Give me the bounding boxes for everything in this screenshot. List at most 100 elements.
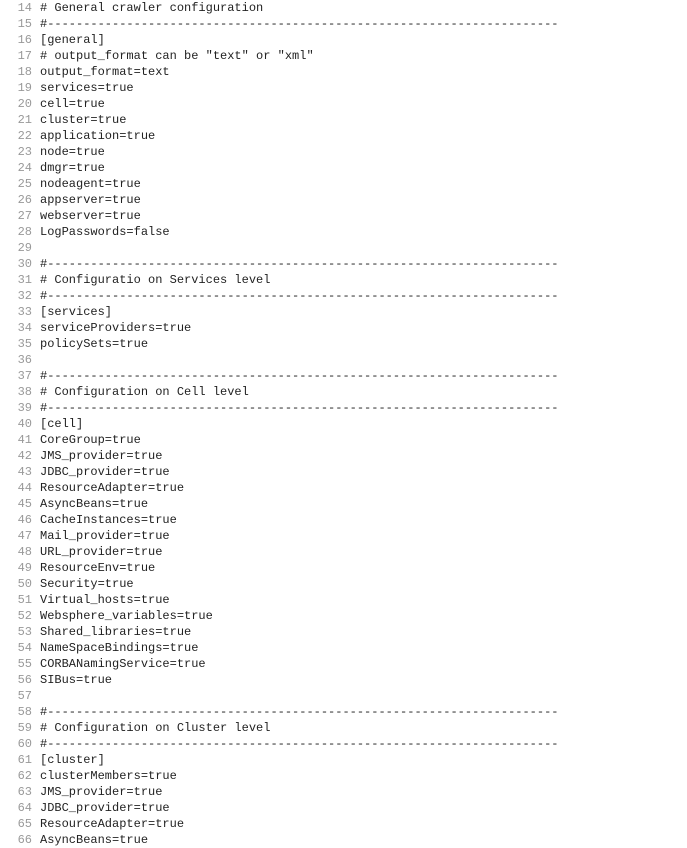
code-line: 43JDBC_provider=true	[0, 464, 687, 480]
line-content: [cell]	[40, 416, 687, 432]
line-number: 32	[0, 288, 40, 304]
code-line: 21cluster=true	[0, 112, 687, 128]
line-number: 60	[0, 736, 40, 752]
line-content: CacheInstances=true	[40, 512, 687, 528]
code-line: 52Websphere_variables=true	[0, 608, 687, 624]
code-line: 35policySets=true	[0, 336, 687, 352]
line-content: #---------------------------------------…	[40, 736, 687, 752]
code-line: 59# Configuration on Cluster level	[0, 720, 687, 736]
line-content: AsyncBeans=true	[40, 496, 687, 512]
line-number: 39	[0, 400, 40, 416]
code-line: 60#-------------------------------------…	[0, 736, 687, 752]
line-content: #---------------------------------------…	[40, 288, 687, 304]
line-number: 52	[0, 608, 40, 624]
code-line: 47Mail_provider=true	[0, 528, 687, 544]
line-content: dmgr=true	[40, 160, 687, 176]
line-number: 26	[0, 192, 40, 208]
line-content: webserver=true	[40, 208, 687, 224]
line-content: #---------------------------------------…	[40, 704, 687, 720]
line-content: JDBC_provider=true	[40, 800, 687, 816]
code-line: 55CORBANamingService=true	[0, 656, 687, 672]
line-content: NameSpaceBindings=true	[40, 640, 687, 656]
code-line: 34serviceProviders=true	[0, 320, 687, 336]
code-line: 44ResourceAdapter=true	[0, 480, 687, 496]
code-line: 50Security=true	[0, 576, 687, 592]
line-number: 58	[0, 704, 40, 720]
code-line: 54NameSpaceBindings=true	[0, 640, 687, 656]
line-content: ResourceEnv=true	[40, 560, 687, 576]
line-number: 41	[0, 432, 40, 448]
line-content: JDBC_provider=true	[40, 464, 687, 480]
line-number: 40	[0, 416, 40, 432]
code-line: 30#-------------------------------------…	[0, 256, 687, 272]
code-line: 19services=true	[0, 80, 687, 96]
line-content: SIBus=true	[40, 672, 687, 688]
code-line: 64JDBC_provider=true	[0, 800, 687, 816]
code-line: 24dmgr=true	[0, 160, 687, 176]
line-content: clusterMembers=true	[40, 768, 687, 784]
line-number: 23	[0, 144, 40, 160]
code-line: 25nodeagent=true	[0, 176, 687, 192]
line-number: 29	[0, 240, 40, 256]
line-content: #---------------------------------------…	[40, 368, 687, 384]
code-line: 49ResourceEnv=true	[0, 560, 687, 576]
line-content: AsyncBeans=true	[40, 832, 687, 848]
line-number: 34	[0, 320, 40, 336]
line-number: 19	[0, 80, 40, 96]
code-line: 22application=true	[0, 128, 687, 144]
line-number: 47	[0, 528, 40, 544]
line-number: 57	[0, 688, 40, 704]
line-number: 35	[0, 336, 40, 352]
line-content: Websphere_variables=true	[40, 608, 687, 624]
line-content: ResourceAdapter=true	[40, 816, 687, 832]
line-content: Mail_provider=true	[40, 528, 687, 544]
line-content: URL_provider=true	[40, 544, 687, 560]
line-number: 37	[0, 368, 40, 384]
line-content: [general]	[40, 32, 687, 48]
code-line: 63JMS_provider=true	[0, 784, 687, 800]
line-number: 17	[0, 48, 40, 64]
line-content: [cluster]	[40, 752, 687, 768]
line-content: appserver=true	[40, 192, 687, 208]
code-line: 46CacheInstances=true	[0, 512, 687, 528]
line-number: 59	[0, 720, 40, 736]
line-content: cell=true	[40, 96, 687, 112]
line-number: 45	[0, 496, 40, 512]
line-content	[40, 688, 687, 704]
code-line: 17# output_format can be "text" or "xml"	[0, 48, 687, 64]
line-number: 64	[0, 800, 40, 816]
line-content: Shared_libraries=true	[40, 624, 687, 640]
line-number: 31	[0, 272, 40, 288]
line-number: 16	[0, 32, 40, 48]
code-line: 27webserver=true	[0, 208, 687, 224]
line-number: 49	[0, 560, 40, 576]
line-number: 48	[0, 544, 40, 560]
code-line: 37#-------------------------------------…	[0, 368, 687, 384]
code-line: 23node=true	[0, 144, 687, 160]
line-number: 61	[0, 752, 40, 768]
code-line: 14# General crawler configuration	[0, 0, 687, 16]
line-content: #---------------------------------------…	[40, 400, 687, 416]
code-line: 32#-------------------------------------…	[0, 288, 687, 304]
line-number: 63	[0, 784, 40, 800]
line-content: JMS_provider=true	[40, 448, 687, 464]
line-content	[40, 352, 687, 368]
code-line: 28LogPasswords=false	[0, 224, 687, 240]
line-number: 27	[0, 208, 40, 224]
code-line: 61[cluster]	[0, 752, 687, 768]
code-line: 16[general]	[0, 32, 687, 48]
line-content: LogPasswords=false	[40, 224, 687, 240]
line-number: 24	[0, 160, 40, 176]
line-number: 18	[0, 64, 40, 80]
line-number: 65	[0, 816, 40, 832]
line-content: # General crawler configuration	[40, 0, 687, 16]
line-content: output_format=text	[40, 64, 687, 80]
code-line: 18output_format=text	[0, 64, 687, 80]
line-content: services=true	[40, 80, 687, 96]
code-line: 53Shared_libraries=true	[0, 624, 687, 640]
code-line: 20cell=true	[0, 96, 687, 112]
line-content: # Configuratio on Services level	[40, 272, 687, 288]
code-line: 56SIBus=true	[0, 672, 687, 688]
code-line: 41CoreGroup=true	[0, 432, 687, 448]
line-number: 43	[0, 464, 40, 480]
